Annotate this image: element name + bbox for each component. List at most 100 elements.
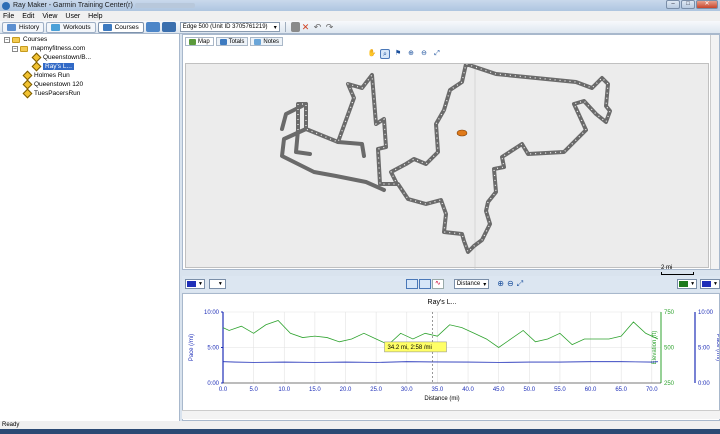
notes-icon <box>254 38 262 45</box>
x-tick-label: 60.0 <box>585 387 597 393</box>
chevron-down-icon: ▾ <box>483 281 487 288</box>
route-path <box>280 62 612 254</box>
menu-edit[interactable]: Edit <box>22 13 34 20</box>
x-tick-label: 20.0 <box>340 387 352 393</box>
tree-item-course[interactable]: Queenstown 120 <box>22 79 83 90</box>
chart-toolbar: ▼ ▼ ∿ Distance ▾ ⊕ ⊖ ⤢ ▼ ▼ <box>182 276 720 292</box>
folder-icon <box>20 45 28 52</box>
chart-title: Ray's L... <box>428 299 457 306</box>
collapse-icon[interactable]: – <box>12 45 18 52</box>
color-swatch <box>679 281 689 287</box>
position-marker <box>456 129 468 137</box>
right-color-dropdown[interactable]: ▼ <box>700 279 720 289</box>
map-scale-bar: 2 mi <box>661 265 694 275</box>
y-right-inner-tick-label: 250 <box>664 381 675 387</box>
minimize-button[interactable]: – <box>666 0 680 9</box>
zoom-out-icon[interactable]: ⊖ <box>419 49 429 59</box>
totals-icon <box>219 38 227 45</box>
save-icon[interactable] <box>290 22 300 32</box>
window-title: Ray Maker - Garmin Training Center(r) <box>13 2 133 9</box>
x-tick-label: 70.0 <box>646 387 658 393</box>
redo-icon[interactable]: ↷ <box>326 22 336 32</box>
device-select[interactable]: Edge 500 (Unit ID 3705761219) ▾ <box>179 22 280 32</box>
tree-item-course-selected[interactable]: Ray's L... <box>31 61 74 72</box>
tree-item-course[interactable]: Holmes Run <box>22 70 70 81</box>
chart-wave-icon[interactable]: ∿ <box>431 279 444 289</box>
undo-icon[interactable]: ↶ <box>314 22 324 32</box>
x-tick-label: 30.0 <box>401 387 413 393</box>
y-right-outer-tick-label: 5:00 <box>698 346 710 352</box>
left-color-dropdown[interactable]: ▼ <box>185 279 205 289</box>
route-map <box>280 62 612 269</box>
x-tick-label: 65.0 <box>615 387 627 393</box>
courses-icon <box>102 23 112 31</box>
chart-split-icon[interactable] <box>418 279 431 289</box>
garmin-app-icon <box>2 1 10 10</box>
map-canvas[interactable]: 2 mi <box>185 62 709 275</box>
map-vertical-scrollbar[interactable] <box>710 35 719 269</box>
tab-totals[interactable]: Totals <box>215 37 249 46</box>
send-to-device-icon[interactable] <box>145 22 160 32</box>
courses-tab[interactable]: Courses <box>97 21 144 33</box>
x-tick-label: 25.0 <box>370 387 382 393</box>
course-icon <box>22 88 33 99</box>
course-icon <box>31 61 42 72</box>
map-icon <box>189 38 196 45</box>
menu-user[interactable]: User <box>65 13 80 20</box>
tree-folder-mapmyfitness[interactable]: – mapmyfitness.com <box>12 45 85 52</box>
cursor-tooltip-text: 34.2 mi, 2:58 /mi <box>388 345 432 351</box>
history-tab[interactable]: History <box>2 21 45 33</box>
title-bar: Ray Maker - Garmin Training Center(r) – … <box>0 0 720 11</box>
zoom-fit-icon[interactable]: ⤢ <box>517 279 523 289</box>
folder-icon <box>12 36 20 43</box>
main-toolbar: History Workouts Courses Edge 500 (Unit … <box>0 21 720 34</box>
xaxis-mode-select[interactable]: Distance ▾ <box>453 279 490 289</box>
tree-root-courses[interactable]: – Courses <box>4 36 47 43</box>
workouts-tab[interactable]: Workouts <box>46 21 96 33</box>
y-axis-right-outer-label: Pace (/mi) <box>715 334 719 361</box>
elevation-color-dropdown[interactable]: ▼ <box>677 279 698 289</box>
tab-notes[interactable]: Notes <box>250 37 284 46</box>
x-tick-label: 55.0 <box>554 387 566 393</box>
zoom-in-icon[interactable]: ⊕ <box>406 49 416 59</box>
receive-from-device-icon[interactable] <box>161 22 176 32</box>
tree-item-course[interactable]: Queenstown/B... <box>31 52 91 63</box>
chevron-down-icon: ▾ <box>273 24 277 31</box>
elevation-pace-chart: Ray's L... 0.0 5.0 10.0 15.0 20.0 25.0 30.0 35.0… <box>189 299 720 402</box>
y-right-outer-tick-label: 0:00 <box>698 381 710 387</box>
chart-horizontal-scrollbar[interactable] <box>182 410 720 419</box>
maximize-button[interactable]: □ <box>681 0 695 9</box>
tab-map[interactable]: Map <box>185 37 214 46</box>
chevron-down-icon: ▼ <box>713 281 718 287</box>
x-tick-label: 45.0 <box>493 387 505 393</box>
y-right-inner-tick-label: 750 <box>664 310 675 316</box>
y-left-tick-label: 10:00 <box>204 310 220 316</box>
status-bar: Ready <box>0 421 720 429</box>
chart-grid-icon[interactable] <box>405 279 418 289</box>
chart-type-dropdown[interactable]: ▼ <box>208 279 226 289</box>
chart-area[interactable]: Ray's L... 0.0 5.0 10.0 15.0 20.0 25.0 30.0 35.0… <box>182 293 720 421</box>
x-tick-label: 15.0 <box>309 387 321 393</box>
status-text: Ready <box>2 422 20 428</box>
close-button[interactable]: ✕ <box>696 0 718 9</box>
delete-icon[interactable]: ✕ <box>302 22 312 32</box>
collapse-icon[interactable]: – <box>4 36 10 43</box>
color-swatch <box>187 281 196 287</box>
zoom-fit-icon[interactable]: ⤢ <box>432 49 442 59</box>
y-right-inner-tick-label: 500 <box>664 346 675 352</box>
zoom-select-icon[interactable]: ⌕ <box>380 49 390 59</box>
tree-item-course[interactable]: TuesPacersRun <box>22 88 80 99</box>
chevron-down-icon: ▼ <box>198 281 203 287</box>
zoom-out-icon[interactable]: ⊖ <box>507 279 514 289</box>
pan-hand-icon[interactable]: ✋ <box>367 49 377 59</box>
pace-series <box>222 361 658 363</box>
menu-view[interactable]: View <box>42 13 57 20</box>
y-axis-left-label: Pace (/mi) <box>189 334 195 361</box>
menu-file[interactable]: File <box>3 13 14 20</box>
zoom-in-icon[interactable]: ⊕ <box>497 279 504 289</box>
menu-help[interactable]: Help <box>88 13 102 20</box>
workouts-icon <box>51 23 61 31</box>
flag-icon[interactable]: ⚑ <box>393 49 403 59</box>
windows-taskbar <box>0 429 720 434</box>
chart-view-buttons: ∿ <box>405 279 444 289</box>
